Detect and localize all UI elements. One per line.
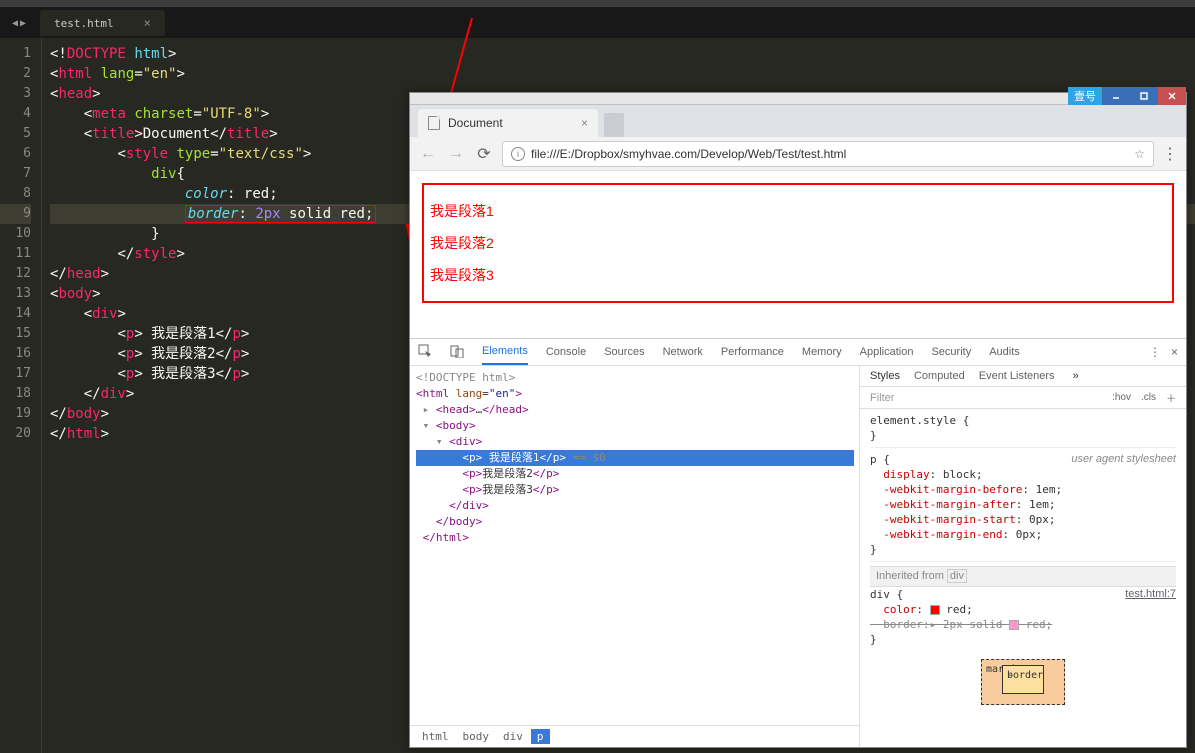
code-line-1: <!DOCTYPE html> <box>50 44 1195 64</box>
file-tab-label: test.html <box>54 17 114 30</box>
styles-filter-input[interactable]: Filter <box>870 392 1102 404</box>
inspect-element-icon[interactable] <box>418 344 432 361</box>
devtools-tab-network[interactable]: Network <box>663 340 703 364</box>
window-maximize-button[interactable] <box>1130 87 1158 105</box>
devtools-elements-tree[interactable]: <!DOCTYPE html> <html lang="en"> ▸ <head… <box>410 366 860 725</box>
devtools-tab-sources[interactable]: Sources <box>604 340 644 364</box>
el-doctype: <!DOCTYPE html> <box>416 371 515 384</box>
devtools-close-icon[interactable]: × <box>1171 345 1178 359</box>
line-gutter: 1234567891011121314151617181920 <box>0 38 42 753</box>
devtools-tab-application[interactable]: Application <box>860 340 914 364</box>
chrome-menu-button[interactable]: ⋮ <box>1162 144 1178 164</box>
browser-window: 壹号 Document × ← → ⟳ i file:///E:/Dropbox… <box>409 92 1187 748</box>
devtools-toolbar: Elements Console Sources Network Perform… <box>410 339 1186 366</box>
devtools-tab-elements[interactable]: Elements <box>482 339 528 365</box>
browser-tab-close-icon[interactable]: × <box>581 116 588 130</box>
devtools-styles-panel: Styles Computed Event Listeners » Filter… <box>860 366 1186 747</box>
devtools-tab-console[interactable]: Console <box>546 340 586 364</box>
rule-div[interactable]: div {test.html:7 color: red; border:▸ 2p… <box>870 587 1176 651</box>
code-line-2: <html lang="en"> <box>50 64 1195 84</box>
nav-back-button[interactable]: ← <box>418 145 438 163</box>
crumb-html[interactable]: html <box>416 729 455 744</box>
crumb-div[interactable]: div <box>497 729 529 744</box>
rendered-page: 我是段落1 我是段落2 我是段落3 <box>410 171 1186 338</box>
box-model-diagram: margin 16 border - <box>870 659 1176 705</box>
editor-tab-row: ◀ ▶ test.html × <box>0 8 1195 38</box>
window-top-bar <box>0 0 1195 8</box>
styles-tabs-more-icon[interactable]: » <box>1073 370 1079 382</box>
rendered-div: 我是段落1 我是段落2 我是段落3 <box>422 183 1174 303</box>
crumb-p[interactable]: p <box>531 729 550 744</box>
url-input[interactable]: i file:///E:/Dropbox/smyhvae.com/Develop… <box>502 141 1154 167</box>
rendered-p1: 我是段落1 <box>430 201 1166 221</box>
styles-cls-button[interactable]: .cls <box>1141 392 1156 403</box>
url-bar-row: ← → ⟳ i file:///E:/Dropbox/smyhvae.com/D… <box>410 137 1186 171</box>
new-tab-button[interactable] <box>604 113 624 137</box>
site-info-icon[interactable]: i <box>511 147 525 161</box>
crumb-body[interactable]: body <box>457 729 496 744</box>
devtools-tab-security[interactable]: Security <box>931 340 971 364</box>
window-label: 壹号 <box>1068 87 1102 105</box>
devtools-tab-memory[interactable]: Memory <box>802 340 842 364</box>
rule-element-style[interactable]: element.style { } <box>870 413 1176 448</box>
styles-hov-button[interactable]: :hov <box>1112 392 1131 403</box>
nav-forward-button[interactable]: → <box>446 145 466 163</box>
devtools: Elements Console Sources Network Perform… <box>410 338 1186 747</box>
browser-tab-document[interactable]: Document × <box>418 109 598 137</box>
devtools-breadcrumb: html body div p <box>410 725 859 747</box>
url-text: file:///E:/Dropbox/smyhvae.com/Develop/W… <box>531 147 846 161</box>
chrome-tabstrip: Document × <box>410 105 1186 137</box>
window-titlebar: 壹号 <box>410 93 1186 105</box>
rendered-p2: 我是段落2 <box>430 233 1166 253</box>
devtools-selected-node[interactable]: <p> 我是段落1</p> == $0 <box>416 450 854 466</box>
rule-p[interactable]: p {user agent stylesheet display: block;… <box>870 452 1176 562</box>
devtools-tab-performance[interactable]: Performance <box>721 340 784 364</box>
styles-tab-styles[interactable]: Styles <box>870 370 900 382</box>
styles-tab-event[interactable]: Event Listeners <box>979 370 1055 382</box>
rule-source-link[interactable]: test.html:7 <box>1125 587 1176 602</box>
styles-add-rule-icon[interactable]: ＋ <box>1166 390 1176 405</box>
device-toggle-icon[interactable] <box>450 344 464 361</box>
browser-tab-label: Document <box>448 116 503 130</box>
devtools-menu-icon[interactable]: ⋮ <box>1149 345 1161 359</box>
nav-left-icon[interactable]: ◀ <box>12 18 18 29</box>
nav-right-icon[interactable]: ▶ <box>20 18 26 29</box>
bookmark-star-icon[interactable]: ☆ <box>1134 147 1145 161</box>
rendered-p3: 我是段落3 <box>430 265 1166 285</box>
styles-tab-computed[interactable]: Computed <box>914 370 965 382</box>
window-close-button[interactable] <box>1158 87 1186 105</box>
tab-close-icon[interactable]: × <box>144 16 151 30</box>
document-icon <box>428 116 440 130</box>
inherited-from-label: Inherited from div <box>870 566 1176 587</box>
reload-button[interactable]: ⟳ <box>474 144 494 164</box>
tab-nav-arrows: ◀ ▶ <box>6 18 32 29</box>
window-minimize-button[interactable] <box>1102 87 1130 105</box>
devtools-tab-audits[interactable]: Audits <box>989 340 1020 364</box>
file-tab-test-html[interactable]: test.html × <box>40 10 165 36</box>
